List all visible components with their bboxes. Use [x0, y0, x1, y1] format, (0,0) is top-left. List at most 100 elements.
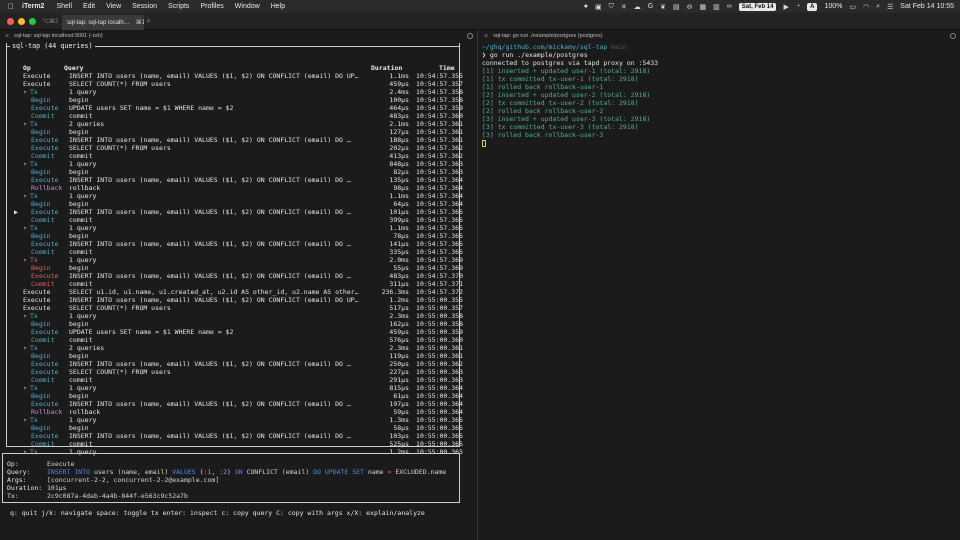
- clipboard-icon[interactable]: ▣: [595, 3, 602, 11]
- control-center-icon[interactable]: ☰: [887, 3, 893, 11]
- zoom-window-button[interactable]: [29, 18, 36, 25]
- query-row[interactable]: Execute UPDATE users SET name = $1 WHERE …: [7, 328, 463, 336]
- query-row[interactable]: Execute INSERT INTO users (name, email) V…: [7, 72, 463, 80]
- query-row[interactable]: Commit commit 291µs 10:55:00.363: [7, 376, 463, 384]
- calendar-icon[interactable]: ▦: [700, 3, 707, 11]
- menu-view[interactable]: View: [106, 3, 121, 10]
- query-row[interactable]: Execute INSERT INTO users (name, email) V…: [7, 360, 463, 368]
- query-row[interactable]: ▾ Tx 1 query 2.3ms 10:55:00.358: [7, 312, 463, 320]
- query-row[interactable]: ▾ Tx 2 queries 2.3ms 10:55:00.361: [7, 344, 463, 352]
- query-row[interactable]: ▾ Tx 1 query 2.4ms 10:54:57.358: [7, 88, 463, 96]
- tab-sql-tap[interactable]: sql-tap: sql-tap localh… ⌘1: [62, 15, 144, 30]
- query-row[interactable]: Execute UPDATE users SET name = $1 WHERE …: [7, 104, 463, 112]
- query-row[interactable]: ▾ Tx 2 queries 2.1ms 10:54:57.361: [7, 120, 463, 128]
- query-row[interactable]: Begin begin 78µs 10:54:57.365: [7, 232, 463, 240]
- query-row[interactable]: Commit commit 576µs 10:55:00.360: [7, 336, 463, 344]
- close-pane-icon[interactable]: ×: [5, 33, 9, 40]
- query-row[interactable]: Commit commit 413µs 10:54:57.362: [7, 152, 463, 160]
- expand-tx-icon[interactable]: ▾: [23, 160, 27, 168]
- query-row[interactable]: Execute SELECT COUNT(*) FROM users 517µs 10…: [7, 304, 463, 312]
- minimize-window-button[interactable]: [18, 18, 25, 25]
- query-row[interactable]: Rollback rollback 98µs 10:54:57.364: [7, 184, 463, 192]
- query-row[interactable]: Execute INSERT INTO users (name, email) V…: [7, 136, 463, 144]
- search-icon[interactable]: ⌕: [876, 3, 880, 11]
- query-row[interactable]: Begin begin 82µs 10:54:57.363: [7, 168, 463, 176]
- grid-icon[interactable]: ▥: [713, 3, 720, 11]
- date-pill[interactable]: Sat, Feb 14: [738, 2, 777, 11]
- apple-icon[interactable]: : [0, 2, 22, 11]
- record-icon[interactable]: ●: [584, 3, 588, 10]
- menu-edit[interactable]: Edit: [83, 3, 95, 10]
- menu-session[interactable]: Session: [132, 3, 157, 10]
- input-source-pill[interactable]: A: [807, 2, 818, 11]
- query-row[interactable]: Execute INSERT INTO users (name, email) V…: [7, 176, 463, 184]
- query-row[interactable]: Rollback rollback 59µs 10:55:00.364: [7, 408, 463, 416]
- query-row[interactable]: Execute INSERT INTO users (name, email) V…: [7, 432, 463, 440]
- expand-tx-icon[interactable]: ▾: [23, 256, 27, 264]
- expand-tx-icon[interactable]: ▾: [23, 312, 27, 320]
- menu-shell[interactable]: Shell: [56, 3, 72, 10]
- query-row[interactable]: Commit commit 399µs 10:54:57.365: [7, 216, 463, 224]
- query-row[interactable]: Begin begin 64µs 10:54:57.364: [7, 200, 463, 208]
- expand-tx-icon[interactable]: ▾: [23, 88, 27, 96]
- query-row[interactable]: ▾ Tx 1 query 848µs 10:54:57.363: [7, 160, 463, 168]
- left-pane[interactable]: × sql-tap: sql-tap localhost:9091 (-zsh)…: [0, 31, 478, 540]
- menu-help[interactable]: Help: [271, 3, 285, 10]
- query-row[interactable]: ▾ Tx 1 query 2.0ms 10:54:57.369: [7, 256, 463, 264]
- query-row[interactable]: Begin begin 58µs 10:55:00.365: [7, 424, 463, 432]
- query-row[interactable]: Execute INSERT INTO users (name, email) V…: [7, 240, 463, 248]
- expand-tx-icon[interactable]: ▾: [23, 192, 27, 200]
- stop-icon[interactable]: ⊖: [687, 3, 693, 11]
- query-row[interactable]: Execute INSERT INTO users (name, email) V…: [7, 296, 463, 304]
- cloud-icon[interactable]: ☁: [634, 3, 641, 11]
- right-pane[interactable]: × sql-tap: go run ./example/postgres (po…: [479, 31, 960, 540]
- battery-percent[interactable]: 100%: [824, 3, 842, 10]
- battery-icon[interactable]: ▭: [849, 3, 856, 11]
- terminal-output[interactable]: ~/ghq/github.com/mickamy/sql-tap main ❯ g…: [482, 43, 658, 147]
- query-row[interactable]: Execute SELECT COUNT(*) FROM users 202µs 10…: [7, 144, 463, 152]
- shield-icon[interactable]: ⛉: [609, 3, 614, 11]
- query-row[interactable]: Begin begin 61µs 10:55:00.364: [7, 392, 463, 400]
- query-row[interactable]: Execute SELECT u1.id, u1.name, u1.created…: [7, 288, 463, 296]
- query-row[interactable]: ▾ Tx 1 query 1.1ms 10:54:57.365: [7, 224, 463, 232]
- expand-tx-icon[interactable]: ▾: [23, 344, 27, 352]
- new-tab-button[interactable]: +: [146, 16, 151, 26]
- query-row[interactable]: Begin begin 119µs 10:55:00.361: [7, 352, 463, 360]
- wifi-icon[interactable]: ◠: [863, 3, 869, 11]
- menu-profiles[interactable]: Profiles: [200, 3, 223, 10]
- query-row[interactable]: Begin begin 100µs 10:54:57.358: [7, 96, 463, 104]
- close-window-button[interactable]: [7, 18, 14, 25]
- query-row[interactable]: Begin begin 127µs 10:54:57.361: [7, 128, 463, 136]
- query-row[interactable]: ▾ Tx 1 query 1.3ms 10:55:00.365: [7, 416, 463, 424]
- link-icon[interactable]: ∞: [727, 3, 732, 10]
- pane-status-icon[interactable]: [467, 33, 473, 39]
- clock[interactable]: Sat Feb 14 10:55: [900, 3, 954, 10]
- pane-status-icon[interactable]: [950, 33, 956, 39]
- query-row[interactable]: Execute INSERT INTO users (name, email) V…: [7, 272, 463, 280]
- query-row[interactable]: Execute SELECT COUNT(*) FROM users 227µs 10…: [7, 368, 463, 376]
- close-pane-icon[interactable]: ×: [484, 33, 488, 40]
- query-row[interactable]: ▾ Tx 1 query 1.1ms 10:54:57.364: [7, 192, 463, 200]
- query-row[interactable]: Begin begin 162µs 10:55:00.358: [7, 320, 463, 328]
- query-row[interactable]: Commit commit 311µs 10:54:57.371: [7, 280, 463, 288]
- expand-tx-icon[interactable]: ▾: [23, 384, 27, 392]
- menu-window[interactable]: Window: [235, 3, 260, 10]
- expand-tx-icon[interactable]: ▾: [23, 120, 27, 128]
- gauge-icon[interactable]: ◔: [796, 3, 800, 10]
- query-list[interactable]: Op Query Duration Time Execute INSERT INT…: [6, 43, 463, 456]
- query-row[interactable]: Commit commit 483µs 10:54:57.360: [7, 112, 463, 120]
- query-row[interactable]: ▾ Tx 1 query 815µs 10:55:00.364: [7, 384, 463, 392]
- lock-icon[interactable]: ▤: [673, 3, 680, 11]
- query-row[interactable]: Execute SELECT COUNT(*) FROM users 459µs 10…: [7, 80, 463, 88]
- query-row[interactable]: Begin begin 55µs 10:54:57.369: [7, 264, 463, 272]
- play-icon[interactable]: ▶: [783, 3, 788, 11]
- expand-tx-icon[interactable]: ▾: [23, 224, 27, 232]
- tools-icon[interactable]: ✕: [621, 3, 627, 11]
- leaf-icon[interactable]: ❦: [660, 3, 666, 11]
- expand-tx-icon[interactable]: ▾: [23, 416, 27, 424]
- menu-scripts[interactable]: Scripts: [168, 3, 189, 10]
- app-menu-name[interactable]: iTerm2: [22, 3, 44, 10]
- query-row[interactable]: Commit commit 335µs 10:54:57.365: [7, 248, 463, 256]
- query-row[interactable]: ▶ Execute INSERT INTO users (name, email) …: [7, 208, 463, 216]
- google-icon[interactable]: G: [648, 3, 653, 10]
